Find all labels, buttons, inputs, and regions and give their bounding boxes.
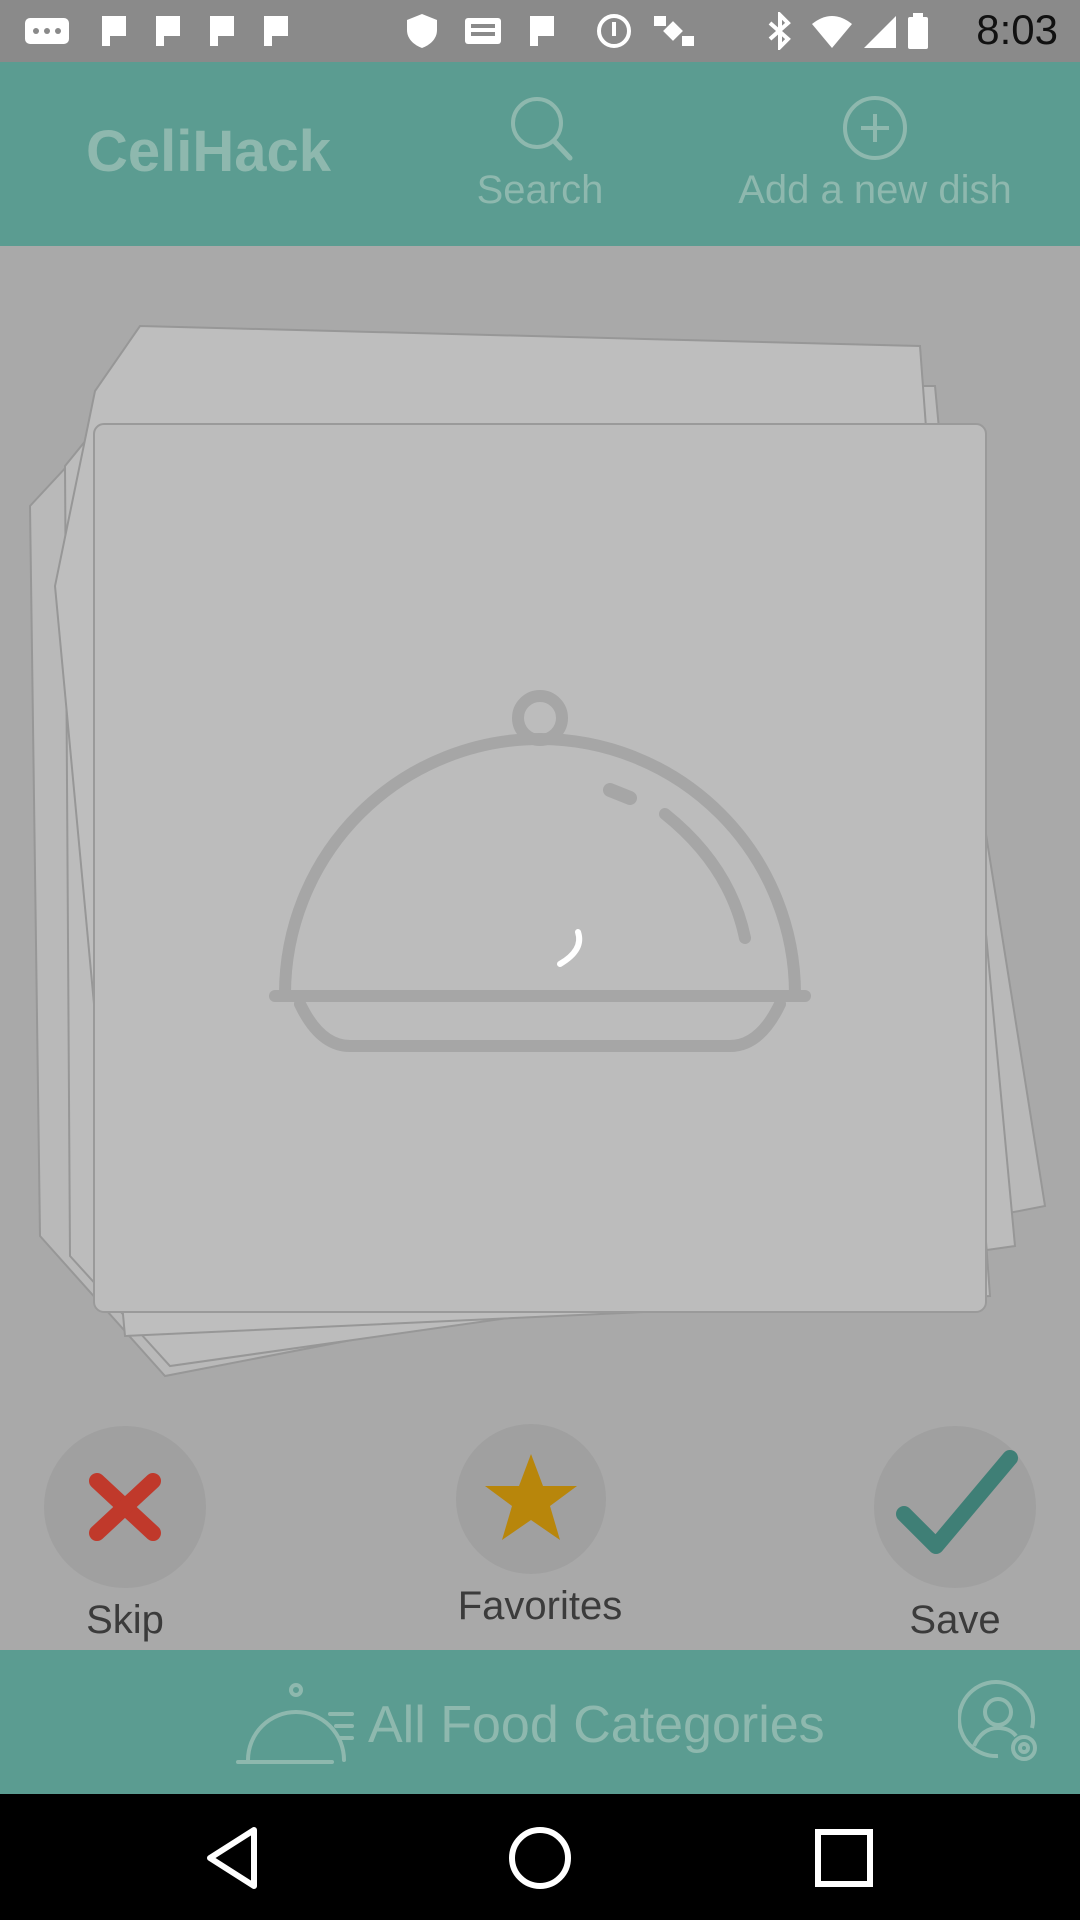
skip-button[interactable]: [44, 1426, 206, 1588]
flag-icon: [210, 16, 234, 46]
system-nav-bar: [0, 1794, 1080, 1920]
dish-card-stack[interactable]: [0, 246, 1080, 1406]
flag-icon: [530, 16, 554, 46]
close-icon: [89, 1473, 161, 1541]
flag-icon: [264, 16, 288, 46]
save-label: Save: [909, 1598, 1001, 1642]
flag-icon: [156, 16, 180, 46]
categories-button[interactable]: All Food Categories: [236, 1680, 825, 1770]
home-icon[interactable]: [500, 1818, 580, 1898]
back-icon[interactable]: [196, 1818, 276, 1898]
recent-apps-icon[interactable]: [804, 1818, 884, 1898]
add-circle-icon: [843, 96, 907, 160]
status-time: 8:03: [976, 6, 1058, 53]
bluetooth-icon: [768, 12, 791, 50]
satellite-icon: [654, 16, 694, 46]
status-bar: 8:03: [0, 0, 1080, 62]
messaging-icon: [25, 18, 69, 44]
search-label: Search: [476, 168, 604, 212]
inbox-icon: [465, 18, 501, 44]
skip-label: Skip: [86, 1598, 164, 1642]
favorites-button[interactable]: [456, 1424, 606, 1574]
app-title: CeliHack: [86, 119, 332, 184]
signal-icon: [864, 16, 896, 48]
add-dish-label: Add a new dish: [738, 168, 1012, 212]
save-button[interactable]: [874, 1426, 1036, 1588]
info-icon: [597, 14, 631, 48]
add-dish-button[interactable]: Add a new dish: [720, 92, 1030, 213]
profile-settings-icon[interactable]: [958, 1680, 1044, 1766]
wifi-icon: [812, 16, 852, 48]
battery-icon: [908, 13, 928, 49]
checkmark-icon: [896, 1450, 1018, 1554]
app-header: CeliHack Search Add a new dish: [0, 62, 1080, 246]
search-icon: [511, 97, 573, 161]
dish-card: [93, 423, 987, 1313]
shield-icon: [407, 14, 437, 48]
favorites-label: Favorites: [457, 1584, 623, 1628]
food-cloche-icon: [236, 1683, 354, 1764]
star-icon: [485, 1454, 577, 1540]
search-button[interactable]: Search: [470, 92, 610, 213]
flag-icon: [102, 16, 126, 46]
categories-label: All Food Categories: [368, 1696, 825, 1754]
footer-bar: All Food Categories: [0, 1650, 1080, 1794]
